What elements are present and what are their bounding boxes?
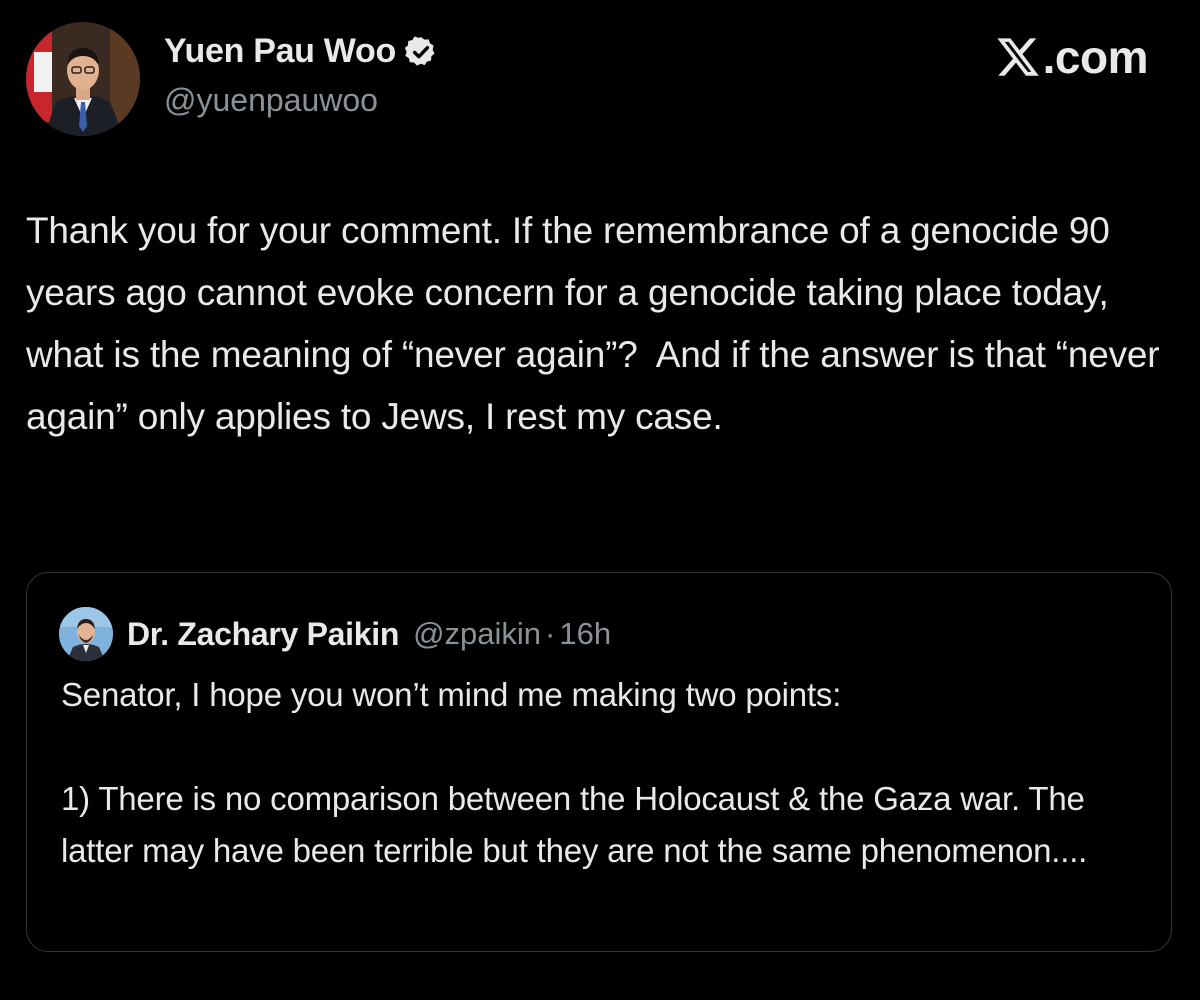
- author-name[interactable]: Yuen Pau Woo: [164, 32, 396, 71]
- verified-badge-icon: [404, 35, 435, 66]
- quoted-author-name[interactable]: Dr. Zachary Paikin: [127, 616, 399, 653]
- quoted-post-header: Dr. Zachary Paikin @zpaikin · 16h: [59, 607, 611, 661]
- x-logo-icon: [997, 38, 1039, 76]
- quoted-author-handle[interactable]: @zpaikin: [413, 616, 541, 652]
- brand-text: .com: [1042, 31, 1149, 83]
- quoted-post-card[interactable]: Dr. Zachary Paikin @zpaikin · 16h Senato…: [26, 572, 1172, 952]
- quoted-author-avatar-image: [59, 607, 113, 661]
- quoted-author-avatar[interactable]: [59, 607, 113, 661]
- quoted-post-time[interactable]: 16h: [559, 616, 611, 652]
- separator-dot: ·: [545, 616, 556, 651]
- quoted-post-text: Senator, I hope you won’t mind me making…: [61, 676, 1088, 869]
- post-text: Thank you for your comment. If the remem…: [26, 210, 1170, 437]
- author-handle[interactable]: @yuenpauwoo: [164, 82, 378, 119]
- author-name-row: Yuen Pau Woo: [164, 32, 438, 71]
- author-avatar[interactable]: [26, 22, 140, 136]
- author-avatar-image: [26, 22, 140, 136]
- brand-logo: .com: [995, 30, 1149, 84]
